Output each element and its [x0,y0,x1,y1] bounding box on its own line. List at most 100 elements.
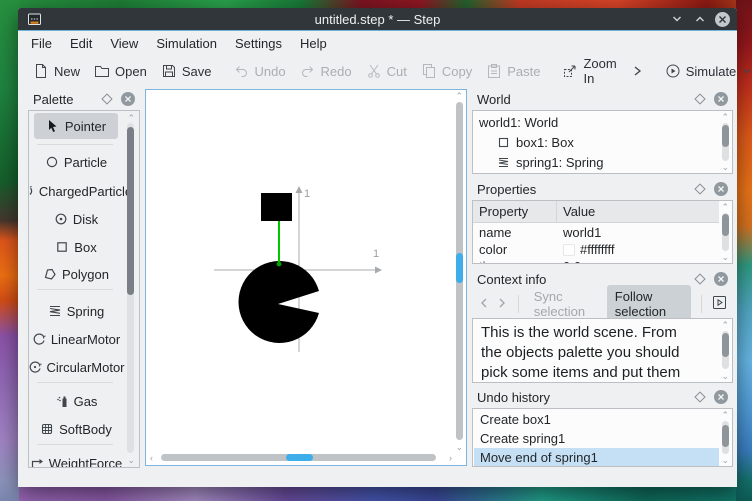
palette-item-gas[interactable]: Gas [31,390,121,412]
palette-item-softbody[interactable]: SoftBody [31,418,121,440]
forward-button[interactable] [496,297,508,312]
undo-item-create-spring1[interactable]: Create spring1 [474,429,718,448]
float-panel-icon[interactable] [101,93,113,105]
palette-item-spring[interactable]: Spring [31,300,121,322]
menu-simulation[interactable]: Simulation [147,33,226,54]
palette-item-polygon[interactable]: Polygon [31,263,121,285]
property-row-name[interactable]: name world1 [473,224,719,241]
scroll-up-icon[interactable]: ⌃ [721,411,729,420]
canvas-vscrollbar-thumb[interactable] [456,253,463,283]
float-panel-icon[interactable] [694,183,706,195]
float-panel-icon[interactable] [694,93,706,105]
tree-item-box1[interactable]: box1: Box [473,132,718,152]
scroll-down-icon[interactable]: ⌄ [127,456,135,465]
save-button[interactable]: Save [154,59,219,83]
palette-title: Palette [33,91,74,107]
properties-scrollbar-thumb[interactable] [722,214,729,236]
open-button[interactable]: Open [87,59,154,83]
toolbar-extension-button[interactable] [624,59,650,83]
copy-label: Copy [441,63,473,79]
tree-item-world1[interactable]: world1: World [473,112,718,132]
scroll-up-icon[interactable]: ⌃ [721,113,729,122]
menu-view[interactable]: View [101,33,147,54]
open-in-browser-button[interactable] [712,295,727,313]
spring-end-handle[interactable] [276,261,282,267]
undo-button[interactable]: Undo [226,59,292,83]
palette-item-label: CircularMotor [46,359,125,375]
context-close-button[interactable] [714,272,728,286]
scroll-down-icon[interactable]: ⌄ [721,163,729,172]
undo-item-create-box1[interactable]: Create box1 [474,410,718,429]
world-close-button[interactable] [714,92,728,106]
canvas-hscrollbar-thumb[interactable] [286,454,313,461]
titlebar[interactable]: untitled.step * — Step [18,8,737,30]
copy-button[interactable]: Copy [414,59,479,83]
canvas-box1[interactable] [261,193,292,221]
scroll-left-icon[interactable]: ‹ [150,454,153,463]
cut-button[interactable]: Cut [359,59,414,83]
scroll-up-icon[interactable]: ⌃ [455,92,463,101]
tree-item-spring1[interactable]: spring1: Spring [473,152,718,172]
float-panel-icon[interactable] [694,391,706,403]
palette-scrollbar-thumb[interactable] [127,127,134,295]
color-swatch [563,243,575,256]
undo-scrollbar-thumb[interactable] [722,425,729,447]
scroll-up-icon[interactable]: ⌃ [721,321,729,330]
close-icon [718,96,724,102]
palette-item-circularmotor[interactable]: CircularMotor [29,356,125,378]
property-row-time[interactable]: time 0.0 s [473,258,719,263]
palette-close-button[interactable] [121,92,135,106]
world-scrollbar-thumb[interactable] [722,125,729,147]
context-text-area[interactable]: This is the world scene. From the object… [472,318,733,383]
palette-item-pointer[interactable]: Pointer [34,113,118,139]
world-title: World [477,91,511,107]
menu-file[interactable]: File [22,33,61,54]
menu-edit[interactable]: Edit [61,33,101,54]
undo-close-button[interactable] [714,390,728,404]
close-icon [718,276,724,282]
column-value[interactable]: Value [557,201,719,222]
back-button[interactable] [478,297,490,312]
minimize-button[interactable] [669,11,685,27]
redo-button[interactable]: Redo [293,59,359,83]
zoom-in-button[interactable]: Zoom In [555,56,623,86]
scroll-down-icon[interactable]: ⌄ [455,443,463,452]
scroll-down-icon[interactable]: ⌄ [721,372,729,381]
palette-item-particle[interactable]: Particle [31,151,121,173]
palette-item-box[interactable]: Box [31,236,121,258]
context-scrollbar-thumb[interactable] [722,333,729,357]
sync-selection-button[interactable]: Sync selection [529,286,601,322]
simulate-button[interactable]: Simulate [658,59,752,83]
properties-close-button[interactable] [714,182,728,196]
close-button[interactable] [715,11,730,27]
column-property[interactable]: Property [473,201,557,222]
open-label: Open [115,63,147,79]
palette-item-disk[interactable]: Disk [31,208,121,230]
palette-item-chargedparticle[interactable]: ChargedParticle [29,180,132,202]
float-panel-icon[interactable] [694,273,706,285]
properties-header-row: Property Value [473,201,719,223]
scroll-down-icon[interactable]: ⌄ [721,456,729,465]
new-button[interactable]: New [26,59,87,83]
paste-button[interactable]: Paste [479,59,547,83]
palette-item-label: SoftBody [59,421,112,437]
maximize-button[interactable] [692,11,708,27]
palette-item-linearmotor[interactable]: LinearMotor [31,328,121,350]
property-row-color[interactable]: color #ffffffff [473,241,719,258]
chevron-right-icon [634,66,641,76]
canvas-disk[interactable] [238,261,319,343]
world-canvas[interactable]: 1 1 ⌃ ⌄ ‹ › [145,89,467,466]
world-panel: World world1: World box1: Box spring1: S… [472,88,733,174]
scroll-up-icon[interactable]: ⌃ [127,114,135,123]
context-text: This is the world scene. From the object… [481,324,681,381]
scroll-up-icon[interactable]: ⌃ [721,203,729,212]
save-floppy-icon [162,65,175,77]
palette-item-weightforce[interactable]: WeightForce [31,452,122,467]
menu-help[interactable]: Help [291,33,336,54]
screen: untitled.step * — Step File Edit View Si… [0,0,752,501]
undo-item-move-end-of-spring1[interactable]: Move end of spring1 [474,448,719,466]
scroll-right-icon[interactable]: › [449,454,452,463]
main-area: Palette Pointer Particle ChargedParticle… [18,86,737,487]
menu-settings[interactable]: Settings [226,33,291,54]
scroll-down-icon[interactable]: ⌄ [721,253,729,262]
